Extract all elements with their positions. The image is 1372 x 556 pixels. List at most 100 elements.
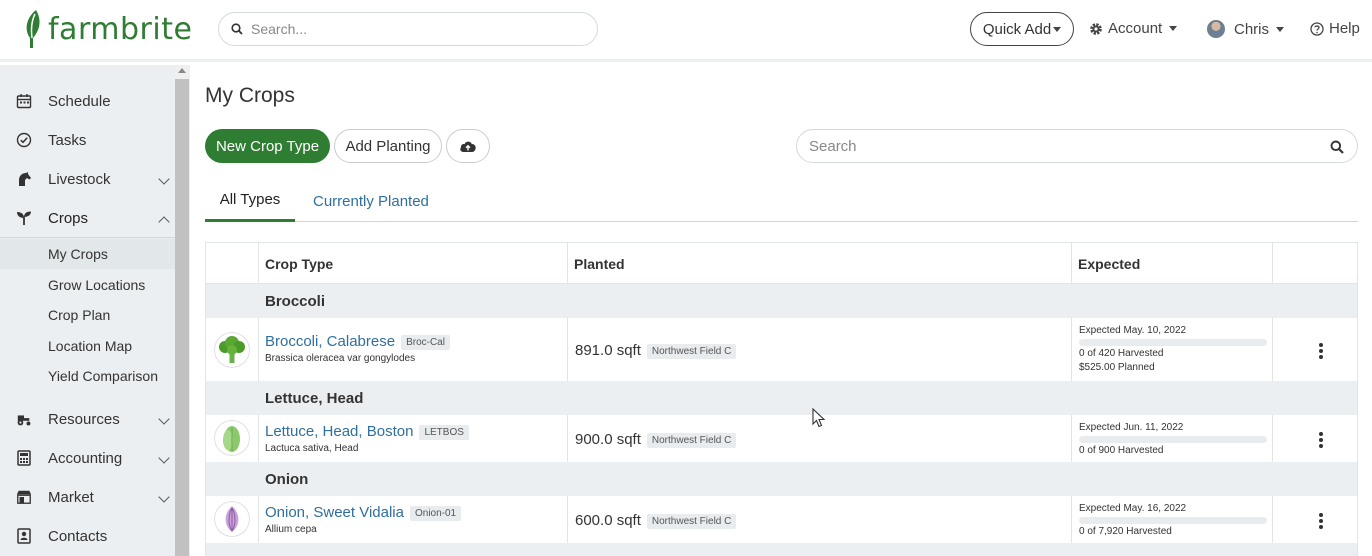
column-divider — [1272, 415, 1273, 462]
table-row[interactable]: Broccoli, Calabrese Broc-Cal Brassica ole… — [206, 318, 1357, 381]
expected-date: Expected May. 10, 2022 — [1079, 325, 1187, 336]
scrollbar-thumb[interactable] — [175, 79, 189, 556]
sidebar-item-label: Schedule — [48, 92, 111, 110]
chevron-down-icon — [158, 173, 170, 185]
tab-all-types[interactable]: All Types — [205, 180, 295, 222]
sidebar-item-label: Tasks — [48, 131, 87, 149]
crop-link-lettuce-head-boston[interactable]: Lettuce, Head, Boston LETBOS — [265, 423, 469, 440]
crop-search-input[interactable] — [809, 137, 1309, 155]
sidebar-item-tasks[interactable]: Tasks — [0, 121, 175, 159]
harvested-count: 0 of 7,920 Harvested — [1079, 526, 1172, 537]
row-actions-kebab-icon[interactable] — [1318, 513, 1324, 529]
user-menu[interactable]: Chris — [1207, 20, 1285, 38]
column-header-crop-type[interactable]: Crop Type — [259, 243, 333, 284]
sidebar-item-crops[interactable]: Crops — [0, 199, 175, 237]
caret-down-icon — [1276, 26, 1285, 32]
crop-tabs: All Types Currently Planted — [205, 180, 1358, 222]
expected-date: Expected May. 16, 2022 — [1079, 503, 1187, 514]
caret-down-icon — [1169, 26, 1178, 31]
column-divider — [258, 496, 259, 543]
sidebar-item-label: Market — [48, 488, 94, 506]
sidebar-item-label: Accounting — [48, 449, 123, 467]
account-menu[interactable]: Account — [1089, 20, 1178, 37]
chevron-down-icon — [158, 452, 170, 464]
column-divider — [1071, 243, 1072, 284]
sidebar-subitem-label: Crop Plan — [48, 307, 111, 323]
column-divider — [567, 243, 568, 284]
divider — [0, 237, 175, 238]
planted-area: 891.0 sqft Northwest Field C — [575, 342, 737, 359]
upload-button[interactable] — [446, 129, 490, 163]
user-name: Chris — [1234, 20, 1270, 38]
sidebar-item-market[interactable]: Market — [0, 478, 175, 516]
lettuce-thumbnail — [214, 420, 250, 456]
help-link[interactable]: Help — [1310, 20, 1360, 37]
sidebar: Schedule Tasks Livestock Crops My Crops … — [0, 65, 190, 556]
planted-area: 600.0 sqft Northwest Field C — [575, 512, 737, 529]
add-planting-button[interactable]: Add Planting — [334, 129, 442, 163]
sidebar-item-label: Livestock — [48, 170, 111, 188]
sidebar-item-livestock[interactable]: Livestock — [0, 160, 175, 198]
column-divider — [1272, 496, 1273, 543]
location-badge: Northwest Field C — [646, 432, 737, 448]
logo-text: farmbrite — [48, 11, 193, 47]
column-divider — [258, 318, 259, 381]
global-search[interactable] — [218, 12, 598, 46]
sidebar-subitem-my-crops[interactable]: My Crops — [0, 239, 175, 269]
tractor-icon — [17, 415, 31, 426]
quick-add-button[interactable]: Quick Add — [970, 12, 1074, 46]
search-icon — [231, 23, 243, 35]
new-crop-type-button[interactable]: New Crop Type — [205, 129, 330, 163]
harvest-progress-bar — [1079, 517, 1267, 524]
sidebar-subitem-crop-plan[interactable]: Crop Plan — [0, 300, 175, 330]
tab-currently-planted[interactable]: Currently Planted — [313, 180, 429, 222]
harvest-progress-bar — [1079, 339, 1267, 346]
table-header-row: Crop Type Planted Expected — [206, 243, 1357, 284]
sprout-icon — [17, 211, 31, 225]
location-badge: Northwest Field C — [646, 343, 737, 359]
planted-area-value: 600.0 sqft — [575, 512, 641, 529]
harvested-count: 0 of 900 Harvested — [1079, 445, 1164, 456]
column-header-expected[interactable]: Expected — [1072, 243, 1140, 284]
crop-search[interactable] — [796, 129, 1358, 163]
expected-date: Expected Jun. 11, 2022 — [1079, 422, 1184, 433]
avatar — [1207, 20, 1225, 38]
gear-icon — [1090, 22, 1102, 35]
column-header-planted[interactable]: Planted — [568, 243, 625, 284]
row-actions-kebab-icon[interactable] — [1318, 432, 1324, 448]
horse-icon — [19, 172, 31, 186]
leaf-logo-icon — [26, 10, 40, 48]
table-row[interactable]: Onion, Sweet Vidalia Onion-01 Allium cepa… — [206, 496, 1357, 543]
global-search-input[interactable] — [251, 21, 571, 37]
store-icon — [16, 490, 32, 504]
check-circle-icon — [16, 132, 32, 148]
column-divider — [567, 415, 568, 462]
sidebar-item-schedule[interactable]: Schedule — [0, 82, 175, 120]
crop-link-onion-sweet-vidalia[interactable]: Onion, Sweet Vidalia Onion-01 — [265, 504, 462, 521]
row-actions-kebab-icon[interactable] — [1318, 343, 1324, 359]
crop-code-badge: Broc-Cal — [401, 334, 450, 350]
column-divider — [258, 243, 259, 284]
group-row-next — [206, 543, 1357, 556]
sidebar-subitem-label: Location Map — [48, 338, 133, 354]
caret-down-icon — [1053, 26, 1062, 32]
planted-area-value: 900.0 sqft — [575, 431, 641, 448]
sidebar-subitem-location-map[interactable]: Location Map — [0, 331, 175, 361]
sidebar-item-resources[interactable]: Resources — [0, 400, 175, 438]
sidebar-item-accounting[interactable]: Accounting — [0, 439, 175, 477]
scroll-up-arrow-icon[interactable] — [178, 68, 186, 73]
sidebar-subitem-yield-comparison[interactable]: Yield Comparison — [0, 361, 175, 391]
harvested-count: 0 of 420 Harvested — [1079, 348, 1164, 359]
search-icon[interactable] — [1330, 140, 1344, 154]
farmbrite-logo[interactable]: farmbrite — [22, 8, 192, 50]
group-row-broccoli: Broccoli — [206, 284, 1357, 318]
table-row[interactable]: Lettuce, Head, Boston LETBOS Lactuca sati… — [206, 415, 1357, 462]
column-divider — [567, 496, 568, 543]
crop-link-broccoli-calabrese[interactable]: Broccoli, Calabrese Broc-Cal — [265, 333, 450, 350]
sidebar-scrollbar[interactable] — [175, 65, 189, 556]
sidebar-item-contacts[interactable]: Contacts — [0, 517, 175, 555]
onion-thumbnail — [214, 501, 250, 537]
sidebar-subitem-grow-locations[interactable]: Grow Locations — [0, 270, 175, 300]
mouse-cursor-icon — [812, 408, 826, 428]
crop-code-badge: LETBOS — [419, 424, 469, 440]
